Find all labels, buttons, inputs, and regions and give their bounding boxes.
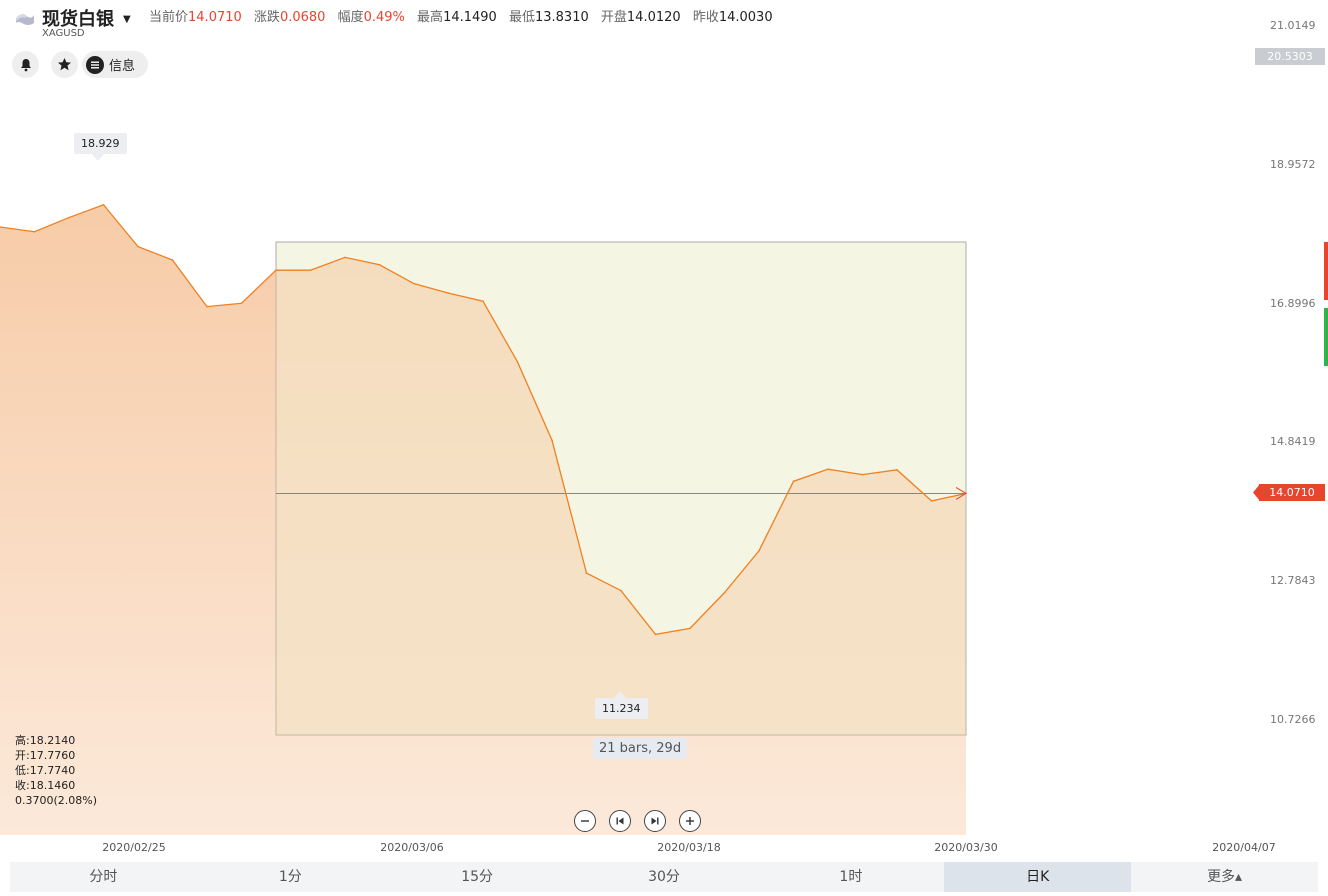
ohlc-change: 0.3700(2.08%) (15, 794, 98, 807)
stat-change: 涨跌0.0680 (253, 10, 326, 25)
price-point (137, 245, 139, 248)
price-point (792, 480, 795, 483)
price-point (275, 269, 277, 271)
min-tooltip-pointer-icon (614, 691, 626, 698)
price-point (206, 305, 208, 308)
price-point (930, 500, 933, 502)
tab-15min[interactable]: 15分 (384, 862, 571, 892)
stat-open: 开盘14.0120 (600, 10, 681, 25)
price-area-fill (0, 204, 966, 835)
plus-icon (686, 817, 694, 825)
y-tick-label: 21.0149 (1270, 19, 1316, 32)
stat-low: 最低13.8310 (508, 10, 589, 25)
info-button[interactable]: 信息 (82, 51, 148, 78)
price-box-current: 14.0710 (1259, 484, 1325, 501)
instrument-dropdown-caret-icon[interactable]: ▼ (123, 14, 131, 25)
jump-start-button[interactable] (609, 810, 631, 832)
price-point (309, 269, 312, 271)
skip-forward-icon (651, 817, 659, 825)
y-tick-label: 12.7843 (1270, 574, 1316, 588)
max-price-tooltip: 18.929 (74, 133, 127, 154)
price-point (378, 263, 381, 266)
star-icon (58, 58, 71, 71)
x-tick-label: 2020/03/30 (934, 841, 998, 854)
info-label: 信息 (109, 59, 136, 74)
price-point (344, 256, 346, 259)
price-point (723, 591, 726, 594)
price-box-top: 20.5303 (1255, 48, 1325, 65)
zoom-out-button[interactable] (574, 810, 596, 832)
y-tick-label: 18.9572 (1270, 157, 1316, 171)
ohlc-open: 开:17.7760 (15, 749, 76, 762)
price-line (0, 203, 967, 636)
range-measure-label: 21 bars, 29d (593, 738, 688, 759)
ohlc-high: 高:18.2140 (15, 734, 76, 747)
price-point (585, 572, 588, 574)
price-point (0, 226, 1, 228)
price-area-overlay (0, 204, 966, 835)
stat-prev-close: 昨收14.0030 (692, 10, 773, 25)
price-point (620, 589, 622, 592)
tab-30min[interactable]: 30分 (571, 862, 758, 892)
price-point (758, 550, 760, 552)
last-price-marker (955, 486, 967, 500)
ohlc-close: 收:18.1460 (15, 779, 76, 792)
x-tick-label: 2020/03/18 (657, 841, 721, 854)
tab-1hour[interactable]: 1时 (757, 862, 944, 892)
skip-back-icon (616, 817, 624, 825)
y-tick-label: 16.8996 (1270, 296, 1316, 310)
y-tick-label: 14.8419 (1270, 435, 1316, 449)
price-point (171, 259, 174, 261)
price-point (896, 469, 898, 471)
tab-timeshare[interactable]: 分时 (10, 862, 197, 892)
price-point (654, 633, 657, 636)
tab-daily[interactable]: 日K (944, 862, 1132, 892)
menu-list-icon (86, 55, 104, 74)
interval-tabs: 分时 1分 15分 30分 1时 日K 更多▴ (10, 862, 1318, 892)
price-point (482, 300, 484, 303)
price-point (33, 230, 36, 233)
silver-logo-icon (16, 14, 34, 25)
price-point (516, 361, 519, 363)
price-point (447, 292, 450, 294)
price-point (413, 282, 415, 285)
price-box-pointer-icon (1253, 484, 1260, 501)
ohlc-readout: 高:18.2140 开:17.7760 低:17.7740 收:18.1460 … (15, 733, 97, 808)
stat-high: 最高14.1490 (417, 10, 497, 25)
quote-stats: 当前价14.0710 涨跌0.0680 幅度0.49% 最高14.1490 最低… (149, 6, 781, 25)
minus-icon (581, 820, 589, 822)
price-point (965, 492, 967, 495)
price-point (102, 203, 105, 206)
price-point (68, 216, 70, 219)
min-price-tooltip: 11.234 (595, 698, 648, 719)
max-tooltip-pointer-icon (92, 154, 104, 161)
price-point (689, 627, 691, 630)
stat-change-percent: 幅度0.49% (337, 10, 405, 25)
price-chart[interactable] (0, 0, 1328, 896)
tab-1min[interactable]: 1分 (197, 862, 384, 892)
stat-current-price: 当前价14.0710 (149, 10, 242, 25)
x-tick-label: 2020/04/07 (1212, 841, 1276, 854)
instrument-symbol: XAGUSD (42, 28, 85, 39)
price-point (827, 468, 829, 470)
zoom-in-button[interactable] (679, 810, 701, 832)
ohlc-low: 低:17.7740 (15, 764, 76, 777)
price-point (240, 302, 243, 305)
alert-button[interactable] (12, 51, 39, 78)
side-indicator-red (1324, 242, 1328, 300)
y-tick-label: 10.7266 (1270, 713, 1316, 726)
x-tick-label: 2020/03/06 (380, 841, 444, 854)
favorite-button[interactable] (51, 51, 78, 78)
price-point (551, 439, 553, 441)
jump-end-button[interactable] (644, 810, 666, 832)
tab-more[interactable]: 更多▴ (1131, 862, 1318, 892)
price-point (861, 473, 864, 476)
x-tick-label: 2020/02/25 (102, 841, 166, 854)
side-indicator-green (1324, 308, 1328, 366)
bell-icon (20, 58, 31, 71)
range-measure-box (275, 241, 967, 736)
